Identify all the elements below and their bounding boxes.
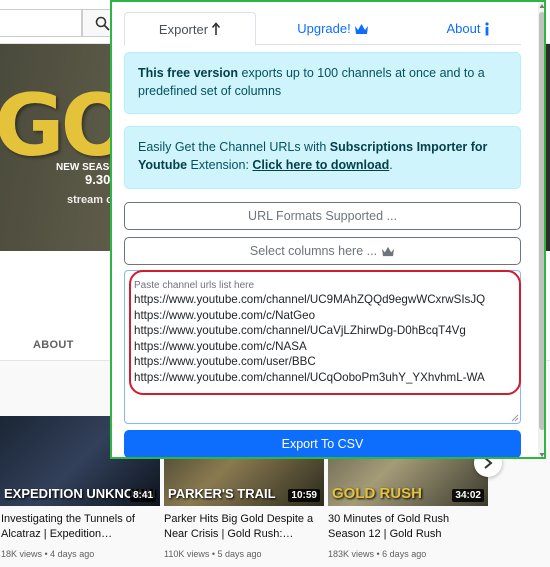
- video-duration: 10:59: [288, 489, 320, 502]
- crown-icon: [354, 23, 368, 34]
- tab-about-label: About: [446, 21, 481, 36]
- url-list: https://www.youtube.com/channel/UC9MAhZQ…: [134, 292, 485, 386]
- tab-exporter[interactable]: Exporter: [124, 12, 256, 46]
- video-meta: 183K views • 6 days ago: [328, 549, 427, 559]
- thumbnail-text: PARKER'S TRAIL: [168, 486, 276, 501]
- info-icon: [485, 21, 490, 35]
- importer-text-2: Extension:: [187, 158, 253, 172]
- channel-urls-textarea[interactable]: Paste channel urls list here https://www…: [124, 270, 521, 424]
- popup-scrollbar[interactable]: [538, 2, 545, 458]
- free-version-bold: This free version: [138, 66, 239, 80]
- extension-popup: Exporter Upgrade! About This free versio…: [110, 0, 546, 459]
- select-columns-label: Select columns here ...: [249, 244, 378, 258]
- search-icon: [95, 16, 110, 31]
- url-line: https://www.youtube.com/channel/UC9MAhZQ…: [134, 293, 486, 306]
- select-columns-button[interactable]: Select columns here ...: [124, 237, 521, 265]
- url-line: https://www.youtube.com/channel/UCaVjLZh…: [134, 324, 466, 338]
- video-title[interactable]: Parker Hits Big Gold Despite a Near Cris…: [164, 512, 322, 542]
- banner-line-3: stream o: [67, 194, 113, 206]
- youtube-search-input[interactable]: [0, 9, 82, 37]
- video-meta: 110K views • 5 days ago: [164, 549, 262, 559]
- arrow-up-icon: [211, 22, 221, 35]
- scroll-up-icon[interactable]: [539, 3, 545, 9]
- url-formats-label: URL Formats Supported ...: [248, 209, 397, 223]
- url-line: https://www.youtube.com/c/NASA: [134, 339, 307, 353]
- url-formats-button[interactable]: URL Formats Supported ...: [124, 202, 521, 230]
- banner-line-2: 9.30: [85, 172, 111, 187]
- free-version-notice: This free version exports up to 100 chan…: [124, 52, 521, 114]
- scroll-down-icon[interactable]: [539, 452, 545, 458]
- export-csv-button[interactable]: Export To CSV: [124, 430, 521, 457]
- scrollbar-thumb[interactable]: [539, 12, 544, 430]
- tab-about-channel[interactable]: ABOUT: [33, 339, 74, 351]
- tab-exporter-label: Exporter: [158, 21, 209, 37]
- video-duration: 8:41: [129, 489, 156, 502]
- tab-about[interactable]: About: [414, 12, 524, 45]
- importer-notice: Easily Get the Channel URLs with Subscri…: [124, 126, 521, 189]
- url-line: https://www.youtube.com/user/BBC: [134, 355, 316, 369]
- video-duration: 34:02: [452, 489, 484, 502]
- export-csv-label: Export To CSV: [281, 437, 364, 451]
- tab-upgrade[interactable]: Upgrade!: [268, 12, 398, 45]
- textarea-placeholder: Paste channel urls list here: [134, 280, 255, 291]
- url-line: https://www.youtube.com/c/NatGeo: [134, 308, 316, 322]
- tab-upgrade-label: Upgrade!: [297, 21, 351, 36]
- video-title[interactable]: Investigating the Tunnels of Alcatraz | …: [1, 512, 159, 542]
- importer-text-1: Easily Get the Channel URLs with: [138, 140, 330, 154]
- video-title[interactable]: 30 Minutes of Gold Rush Season 12 | Gold…: [328, 512, 486, 542]
- popup-tabs: Exporter Upgrade! About: [124, 12, 524, 46]
- importer-text-3: .: [389, 158, 393, 172]
- resize-grip-icon[interactable]: [511, 414, 519, 422]
- crown-icon: [382, 246, 395, 256]
- download-link[interactable]: Click here to download: [252, 158, 389, 172]
- thumbnail-text: GOLD RUSH: [332, 485, 422, 502]
- video-meta: 18K views • 4 days ago: [1, 549, 95, 559]
- url-line: https://www.youtube.com/channel/UCqOoboP…: [134, 370, 485, 384]
